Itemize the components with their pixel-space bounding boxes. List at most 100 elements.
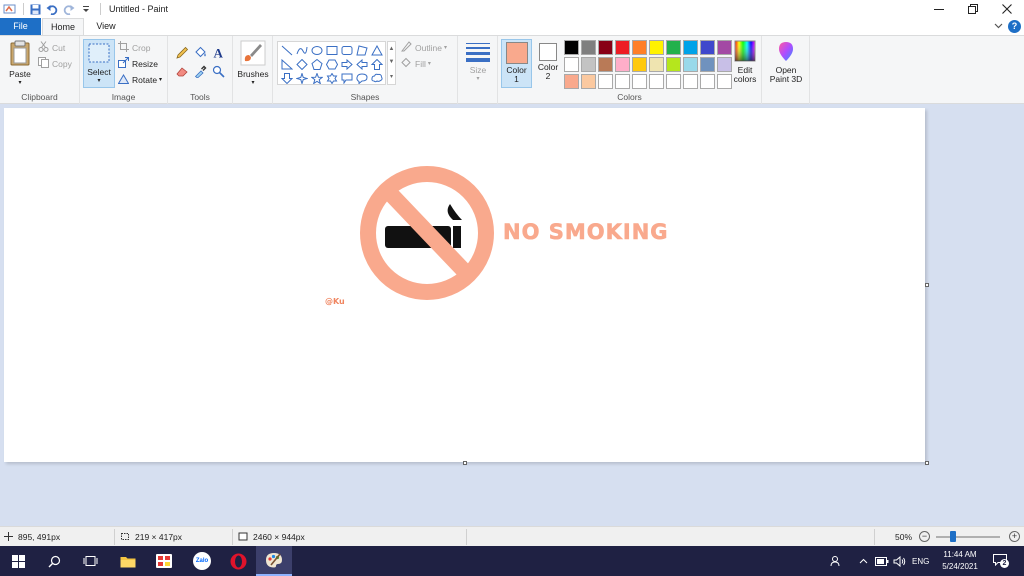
fill-bucket-icon[interactable] (192, 44, 208, 60)
drawing-canvas[interactable]: NO SMOKING @Ku (4, 108, 925, 462)
crop-button[interactable]: Crop (118, 41, 150, 54)
palette-swatch[interactable] (700, 40, 715, 55)
help-icon[interactable]: ? (1008, 20, 1021, 33)
palette-swatch[interactable] (615, 57, 630, 72)
tab-file[interactable]: File (0, 18, 41, 35)
palette-swatch[interactable] (564, 40, 579, 55)
oval-callout-icon[interactable] (354, 71, 369, 85)
minimize-button[interactable] (922, 0, 956, 18)
notifications-button[interactable]: 2 (993, 546, 1009, 576)
resize-handle-corner[interactable] (925, 461, 929, 465)
hexagon-shape-icon[interactable] (324, 57, 339, 71)
zalo-button[interactable]: Zalo (184, 546, 220, 576)
color-picker-icon[interactable] (192, 63, 208, 79)
palette-swatch[interactable] (564, 74, 579, 89)
palette-swatch[interactable] (598, 57, 613, 72)
opera-button[interactable] (220, 546, 256, 576)
palette-swatch[interactable] (615, 74, 630, 89)
undo-icon[interactable] (45, 2, 59, 16)
four-point-star-icon[interactable] (294, 71, 309, 85)
paint-taskbar-button[interactable] (256, 546, 292, 576)
cloud-callout-icon[interactable] (369, 71, 384, 85)
pentagon-shape-icon[interactable] (309, 57, 324, 71)
diamond-shape-icon[interactable] (294, 57, 309, 71)
cut-button[interactable]: Cut (38, 41, 65, 54)
right-arrow-shape-icon[interactable] (339, 57, 354, 71)
color1-button[interactable]: Color 1 (501, 39, 532, 88)
restore-button[interactable] (956, 0, 990, 18)
palette-swatch[interactable] (632, 40, 647, 55)
pencil-icon[interactable] (174, 44, 190, 60)
rect-callout-icon[interactable] (339, 71, 354, 85)
palette-swatch[interactable] (632, 74, 647, 89)
task-view-button[interactable] (72, 546, 108, 576)
palette-swatch[interactable] (666, 74, 681, 89)
system-clock[interactable]: 11:44 AM 5/24/2021 (932, 549, 988, 573)
text-icon[interactable]: A (210, 44, 226, 60)
palette-swatch[interactable] (649, 40, 664, 55)
redo-icon[interactable] (62, 2, 76, 16)
palette-swatch[interactable] (598, 74, 613, 89)
five-point-star-icon[interactable] (309, 71, 324, 85)
close-button[interactable] (990, 0, 1024, 18)
curve-shape-icon[interactable] (294, 43, 309, 57)
palette-swatch[interactable] (581, 40, 596, 55)
palette-swatch[interactable] (649, 74, 664, 89)
show-hidden-icons-chevron-up-icon[interactable] (859, 546, 868, 576)
palette-swatch[interactable] (700, 57, 715, 72)
brushes-button[interactable]: Brushes ▾ (235, 40, 271, 88)
palette-swatch[interactable] (615, 40, 630, 55)
polygon-shape-icon[interactable] (354, 43, 369, 57)
oval-shape-icon[interactable] (309, 43, 324, 57)
palette-swatch[interactable] (649, 57, 664, 72)
tab-view[interactable]: View (85, 18, 127, 35)
battery-icon[interactable] (875, 546, 889, 576)
eraser-icon[interactable] (174, 63, 190, 79)
size-button[interactable]: Size ▾ (460, 42, 496, 84)
zoom-slider-thumb[interactable] (950, 531, 956, 542)
open-paint3d-button[interactable]: Open Paint 3D (766, 40, 806, 84)
zoom-out-button[interactable]: − (919, 531, 930, 542)
file-explorer-button[interactable] (110, 546, 146, 576)
windows-start-button[interactable] (0, 546, 36, 576)
palette-swatch[interactable] (666, 57, 681, 72)
left-arrow-shape-icon[interactable] (354, 57, 369, 71)
resize-handle-right[interactable] (925, 283, 929, 287)
rotate-button[interactable]: Rotate ▾ (117, 73, 162, 86)
up-arrow-shape-icon[interactable] (369, 57, 384, 71)
app-button-colorful[interactable] (146, 546, 182, 576)
chevron-down-icon[interactable] (992, 20, 1004, 32)
magnifier-icon[interactable] (210, 63, 226, 79)
line-shape-icon[interactable] (279, 43, 294, 57)
people-icon[interactable] (830, 546, 842, 576)
outline-button[interactable]: Outline ▾ (400, 41, 447, 54)
palette-swatch[interactable] (683, 74, 698, 89)
right-triangle-shape-icon[interactable] (279, 57, 294, 71)
rounded-rectangle-shape-icon[interactable] (339, 43, 354, 57)
palette-swatch[interactable] (581, 74, 596, 89)
resize-handle-bottom[interactable] (463, 461, 467, 465)
fill-button[interactable]: Fill ▾ (401, 57, 431, 70)
six-point-star-icon[interactable] (324, 71, 339, 85)
triangle-shape-icon[interactable] (369, 43, 384, 57)
palette-swatch[interactable] (666, 40, 681, 55)
resize-button[interactable]: Resize (118, 57, 158, 70)
canvas-workspace[interactable]: NO SMOKING @Ku (0, 104, 1024, 526)
search-button[interactable] (36, 546, 72, 576)
copy-button[interactable]: Copy (38, 57, 72, 70)
palette-swatch[interactable] (683, 57, 698, 72)
volume-icon[interactable] (893, 546, 906, 576)
zoom-in-button[interactable]: + (1009, 531, 1020, 542)
edit-colors-button[interactable]: Edit colors (730, 40, 760, 84)
palette-swatch[interactable] (632, 57, 647, 72)
expand-icon[interactable]: ▾ (390, 73, 393, 80)
zoom-slider[interactable] (936, 536, 1000, 538)
scroll-down-icon[interactable]: ▼ (389, 59, 395, 65)
palette-swatch[interactable] (683, 40, 698, 55)
paste-button[interactable]: Paste ▾ (4, 40, 36, 88)
paint-app-icon[interactable] (2, 2, 16, 16)
tab-home[interactable]: Home (42, 18, 84, 35)
palette-swatch[interactable] (598, 40, 613, 55)
customize-toolbar-icon[interactable] (79, 2, 93, 16)
palette-swatch[interactable] (700, 74, 715, 89)
